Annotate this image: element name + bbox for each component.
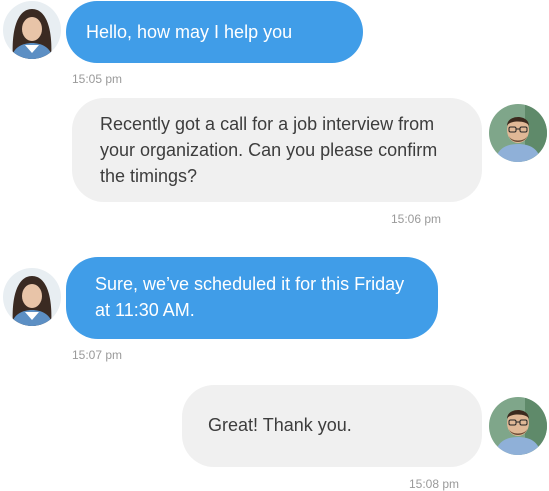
user-message-bubble: Great! Thank you. [182,385,482,467]
agent-avatar [3,268,61,326]
message-text: Recently got a call for a job interview … [100,114,438,186]
message-text: Hello, how may I help you [86,22,293,42]
message-timestamp: 15:07 pm [72,348,123,362]
agent-message-bubble: Hello, how may I help you [66,1,363,63]
user-message-bubble: Recently got a call for a job interview … [72,98,482,202]
agent-message-bubble: Sure, we’ve scheduled it for this Friday… [66,257,438,339]
message-timestamp: 15:06 pm [391,212,442,226]
message-timestamp: 15:05 pm [72,72,123,86]
message-text: Great! Thank you. [208,415,352,435]
message-text: Sure, we’ve scheduled it for this Friday… [95,274,405,320]
user-avatar [489,104,547,162]
message-timestamp: 15:08 pm [409,477,460,491]
agent-avatar [3,1,61,59]
user-avatar [489,397,547,455]
